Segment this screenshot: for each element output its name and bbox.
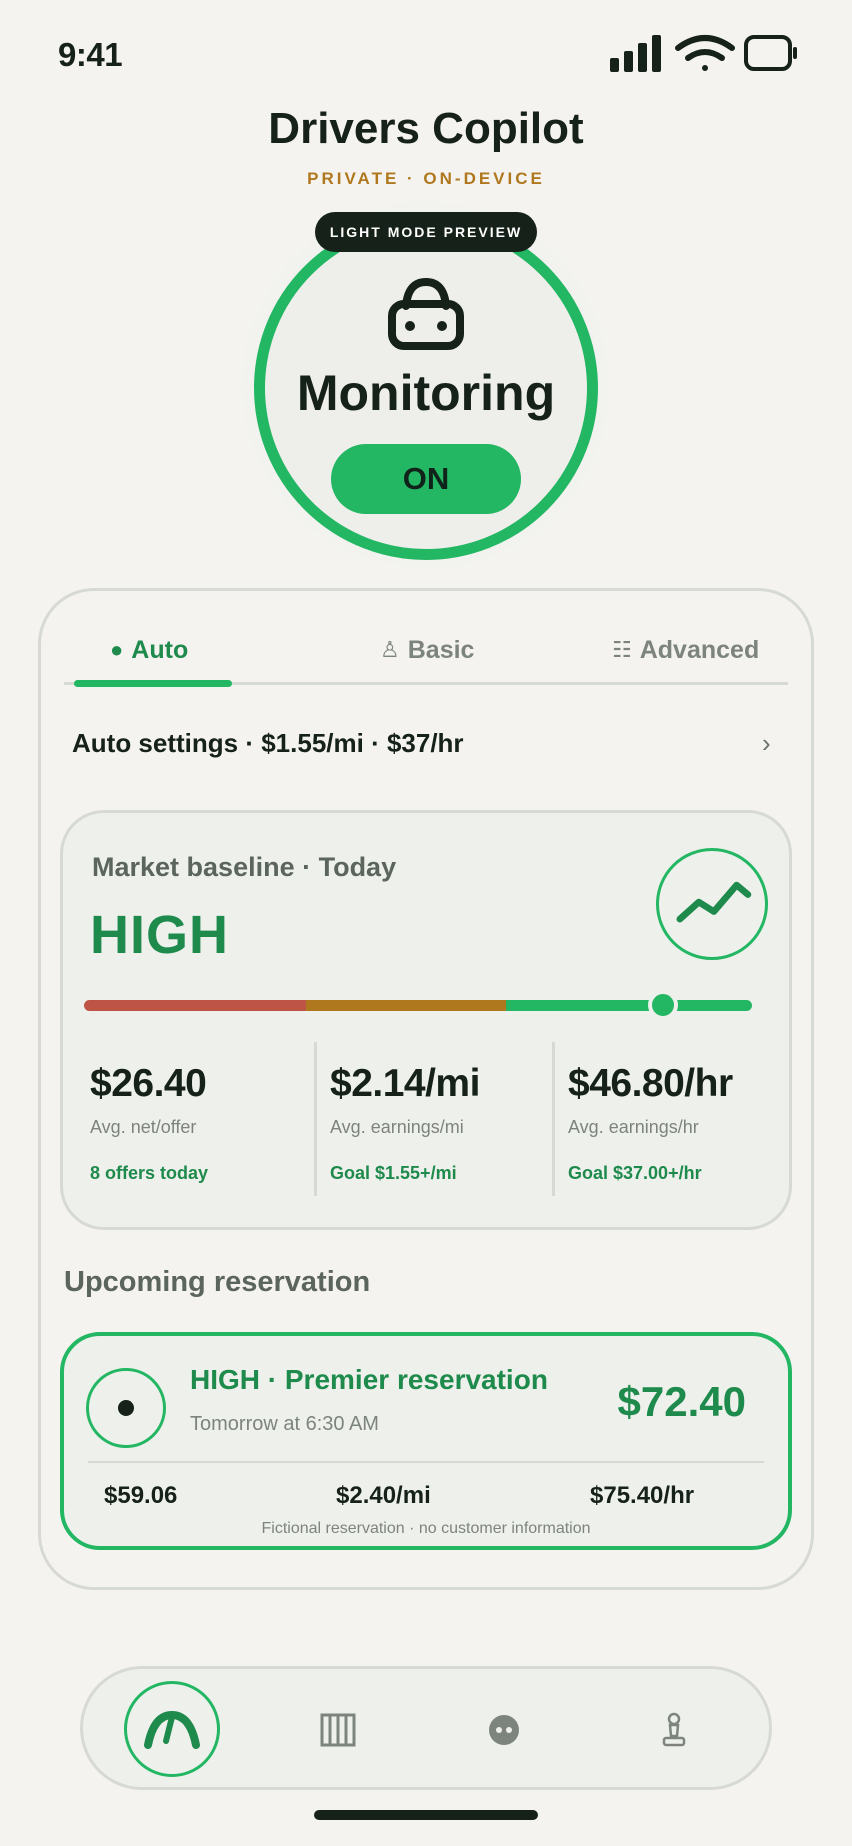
- stat-note: 8 offers today: [90, 1163, 209, 1183]
- stat-value: $46.80/hr: [568, 1062, 733, 1105]
- status-icons: [610, 35, 797, 72]
- gauge-icon: [144, 1710, 200, 1749]
- stat-divider: [314, 1042, 317, 1196]
- stat-label: Avg. earnings/mi: [330, 1117, 464, 1137]
- light-mode-preview-badge: LIGHT MODE PREVIEW: [315, 212, 537, 252]
- tab-auto-label: Auto: [131, 635, 189, 664]
- face-icon: [489, 1715, 519, 1745]
- nav-home[interactable]: [124, 1681, 220, 1777]
- nav-history[interactable]: [314, 1706, 362, 1754]
- monitoring-toggle-button[interactable]: ON: [331, 444, 521, 514]
- stat-note: Goal $1.55+/mi: [330, 1163, 457, 1183]
- reservation-note: Fictional reservation · no customer info…: [261, 1520, 591, 1537]
- signal-icon: [610, 35, 661, 72]
- home-indicator[interactable]: [314, 1810, 538, 1820]
- nav-assistant[interactable]: [480, 1706, 528, 1754]
- stat-divider: [552, 1042, 555, 1196]
- stat-label: Avg. earnings/hr: [568, 1117, 699, 1137]
- stat-label: Avg. net/offer: [90, 1117, 197, 1137]
- tab-advanced[interactable]: ☷ Advanced: [612, 628, 759, 672]
- gauge-high-segment: [506, 1000, 752, 1011]
- app-subtitle: PRIVATE · ON-DEVICE: [307, 169, 545, 188]
- stat-value: $2.14/mi: [330, 1062, 480, 1105]
- reservation-per-hour: $75.40/hr: [590, 1482, 695, 1509]
- tab-basic-label: Basic: [407, 635, 475, 664]
- battery-icon: [744, 35, 797, 71]
- reservation-per-mile: $2.40/mi: [336, 1482, 431, 1509]
- upcoming-heading: Upcoming reservation: [64, 1266, 371, 1298]
- market-level: HIGH: [90, 905, 229, 965]
- nav-profile[interactable]: [650, 1706, 698, 1754]
- reservation-time: Tomorrow at 6:30 AM: [190, 1413, 379, 1435]
- tab-active-indicator: [74, 680, 232, 687]
- reservation-icon: [86, 1368, 166, 1448]
- pawn-icon: [662, 1712, 686, 1747]
- gauge-low-segment: [84, 1000, 306, 1011]
- market-title: Market baseline · Today: [92, 852, 397, 882]
- monitoring-label: Monitoring: [296, 365, 556, 421]
- gauge-mid-segment: [306, 1000, 506, 1011]
- reservation-price: $72.40: [617, 1378, 746, 1425]
- tab-auto[interactable]: ● Auto: [110, 628, 188, 672]
- reservation-title: HIGH · Premier reservation: [190, 1364, 548, 1395]
- columns-icon: [320, 1713, 356, 1747]
- stat-value: $26.40: [90, 1062, 207, 1105]
- chevron-right-icon[interactable]: ›: [762, 728, 771, 759]
- radio-dot-icon: ●: [110, 637, 124, 662]
- auto-settings-row[interactable]: Auto settings · $1.55/mi · $37/hr: [72, 728, 464, 759]
- status-time: 9:41: [58, 36, 123, 73]
- car-icon: [388, 277, 464, 350]
- dot-icon: [118, 1400, 134, 1416]
- pawn-icon: ♙: [380, 637, 400, 662]
- tab-advanced-label: Advanced: [639, 635, 760, 664]
- tab-basic[interactable]: ♙ Basic: [380, 628, 474, 672]
- app-title: Drivers Copilot: [268, 104, 584, 153]
- reservation-net: $59.06: [104, 1482, 178, 1509]
- wifi-icon: [675, 35, 735, 71]
- stat-note: Goal $37.00+/hr: [568, 1163, 702, 1183]
- trend-up-icon: [656, 848, 768, 960]
- list-icon: ☷: [612, 637, 632, 662]
- reservation-divider: [88, 1461, 764, 1463]
- gauge-knob: [648, 990, 678, 1020]
